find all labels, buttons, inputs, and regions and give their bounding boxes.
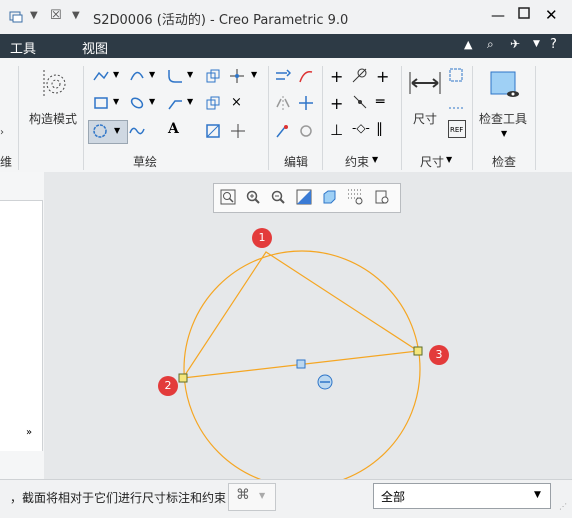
inspect-icon[interactable] xyxy=(489,68,523,103)
status-message: ，截面将相对于它们进行尺寸标注和约束 xyxy=(10,491,227,505)
chevron-down-icon[interactable]: ▼ xyxy=(534,490,541,500)
mirror-icon[interactable] xyxy=(275,95,291,114)
chevron-down-icon[interactable]: ▼ xyxy=(501,129,507,138)
midpoint-constraint-icon[interactable]: + xyxy=(376,67,389,86)
resize-grip-icon[interactable]: ⋰ xyxy=(559,502,567,511)
dimension-icon[interactable] xyxy=(408,68,442,101)
maximize-button[interactable] xyxy=(518,7,530,22)
divide-icon[interactable] xyxy=(298,68,314,87)
modify-icon[interactable] xyxy=(275,68,292,87)
tangent-constraint-icon[interactable] xyxy=(352,67,368,86)
chevron-down-icon[interactable]: ▼ xyxy=(187,97,193,106)
help-question-icon[interactable]: ? xyxy=(550,37,557,52)
constrain-group-label: 约束 xyxy=(345,155,370,169)
sketch-group-label: 草绘 xyxy=(133,155,158,169)
spline-icon[interactable] xyxy=(129,123,145,142)
separator xyxy=(472,66,473,170)
separator xyxy=(322,66,323,170)
midpoint-marker[interactable] xyxy=(296,359,306,369)
dimension-button-label[interactable]: 尺寸 xyxy=(413,110,437,127)
chevron-down-icon[interactable]: ▼ xyxy=(113,70,119,79)
parallel-constraint-icon[interactable]: ∥ xyxy=(376,121,383,137)
chevron-down-icon[interactable]: ▼ xyxy=(187,70,193,79)
chevron-down-icon[interactable]: ▼ xyxy=(114,126,120,135)
selection-filter-dropdown[interactable]: 全部 ▼ xyxy=(373,483,551,509)
corner-icon[interactable] xyxy=(298,95,314,114)
model-tree-area[interactable] xyxy=(0,200,43,451)
close-button[interactable]: ✕ xyxy=(545,6,558,24)
equal-constraint-icon[interactable]: ═ xyxy=(376,94,384,110)
chevron-down-icon[interactable]: ▼ xyxy=(372,155,378,164)
chevron-down-icon[interactable]: ▼ xyxy=(113,97,119,106)
text-icon[interactable]: A xyxy=(168,121,179,137)
construction-mode-icon[interactable] xyxy=(38,68,68,103)
offset-icon[interactable] xyxy=(205,68,221,87)
baseline-icon[interactable] xyxy=(448,94,464,113)
fillet-icon[interactable] xyxy=(167,68,183,87)
thicken-icon[interactable] xyxy=(205,95,221,114)
chamfer-icon[interactable] xyxy=(167,95,183,114)
binoculars-icon: ⌘ xyxy=(236,487,250,503)
reference-dim-label: REF xyxy=(450,126,464,134)
separator xyxy=(18,66,19,170)
symmetric-constraint-icon[interactable]: -◇- xyxy=(352,121,370,135)
close-window-icon[interactable]: ☒ xyxy=(50,8,62,23)
chevron-down-icon[interactable]: ▼ xyxy=(149,97,155,106)
title-bar: ▼ ☒ ▼ S2D0006 (活动的) - Creo Parametric 9.… xyxy=(0,0,572,34)
chevron-down-icon[interactable]: ▼ xyxy=(259,491,265,500)
separator xyxy=(268,66,269,170)
help-icon[interactable]: ✈ xyxy=(510,37,520,51)
circle-icon[interactable] xyxy=(92,123,108,142)
menu-tools[interactable]: 工具 xyxy=(10,38,36,57)
menu-bar: 工具 视图 ▲ ⌕ ✈ ▼ ? xyxy=(0,34,572,58)
point-badge-1: 1 xyxy=(252,228,272,248)
inspect-button-label[interactable]: 检查工具 xyxy=(479,110,527,127)
chevron-down-icon[interactable]: ▼ xyxy=(251,70,257,79)
delete-segment-icon[interactable]: × xyxy=(231,95,242,110)
sketch-geometry xyxy=(178,250,423,479)
vertex-point-3[interactable] xyxy=(413,346,423,356)
quick-access-icon[interactable] xyxy=(8,9,24,28)
separator xyxy=(401,66,402,170)
separator xyxy=(535,66,536,170)
point-icon[interactable] xyxy=(229,68,245,87)
coincident-constraint-icon[interactable] xyxy=(352,94,368,113)
ellipse-icon[interactable] xyxy=(129,95,145,114)
filter-value: 全部 xyxy=(381,490,406,504)
menu-view[interactable]: 视图 xyxy=(82,38,108,57)
ribbon-scroll-icon[interactable]: › xyxy=(0,127,4,138)
point-badge-2: 2 xyxy=(158,376,178,396)
chevron-down-icon[interactable]: ▼ xyxy=(30,10,38,21)
rectangle-icon[interactable] xyxy=(93,95,109,114)
expand-panel-icon[interactable]: » xyxy=(26,427,32,438)
arc-icon[interactable] xyxy=(129,68,145,87)
sketch-triangle[interactable] xyxy=(181,251,420,379)
minimize-button[interactable]: — xyxy=(491,8,505,24)
line-icon[interactable] xyxy=(93,68,109,87)
point-badge-3: 3 xyxy=(429,345,449,365)
vertex-point-2[interactable] xyxy=(178,373,188,383)
search-icon[interactable]: ⌕ xyxy=(487,37,494,52)
chevron-down-icon[interactable]: ▼ xyxy=(446,155,452,164)
inspect-group-label: 检查 xyxy=(492,155,517,169)
edit-group-label: 编辑 xyxy=(284,155,309,169)
left-group-label: 维 xyxy=(0,155,13,169)
collapse-ribbon-icon[interactable]: ▲ xyxy=(464,38,472,51)
perpendicular-constraint-icon[interactable]: ⊥ xyxy=(330,121,343,139)
chevron-down-icon[interactable]: ▼ xyxy=(149,70,155,79)
vertical-constraint-icon[interactable]: + xyxy=(330,67,343,86)
rotate-resize-icon[interactable] xyxy=(275,123,291,142)
move-icon[interactable] xyxy=(230,123,246,142)
perimeter-icon[interactable] xyxy=(448,67,464,86)
construction-mode-label[interactable]: 构造模式 xyxy=(29,110,77,127)
window-title: S2D0006 (活动的) - Creo Parametric 9.0 xyxy=(93,13,349,28)
dimension-group-label: 尺寸 xyxy=(420,155,445,169)
separator xyxy=(83,66,84,170)
model-tree-panel: » xyxy=(0,172,44,479)
palette-icon[interactable] xyxy=(205,123,221,142)
chevron-down-icon[interactable]: ▼ xyxy=(72,10,80,21)
horizontal-constraint-icon[interactable]: + xyxy=(330,94,343,113)
chevron-down-icon[interactable]: ▼ xyxy=(533,39,540,49)
undo-rotate-icon[interactable] xyxy=(298,123,314,142)
